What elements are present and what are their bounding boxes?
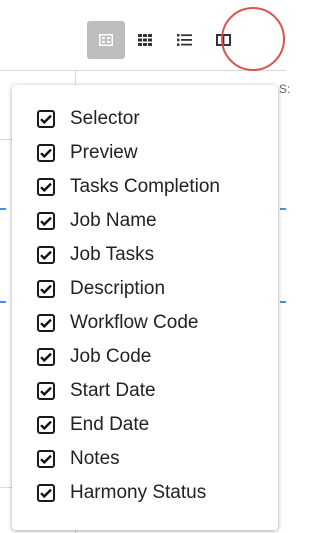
checkbox-checked-icon[interactable]	[37, 348, 55, 366]
grid-view-button[interactable]	[126, 21, 164, 59]
column-option-harmony-status[interactable]: Harmony Status	[12, 476, 278, 510]
column-option-label: Tasks Completion	[70, 176, 220, 197]
column-option-job-tasks[interactable]: Job Tasks	[12, 238, 278, 272]
column-option-selector[interactable]: Selector	[12, 102, 278, 136]
checkbox-checked-icon[interactable]	[37, 212, 55, 230]
column-option-tasks-completion[interactable]: Tasks Completion	[12, 170, 278, 204]
checkbox-checked-icon[interactable]	[37, 484, 55, 502]
column-option-label: Preview	[70, 142, 138, 163]
column-option-preview[interactable]: Preview	[12, 136, 278, 170]
column-option-job-name[interactable]: Job Name	[12, 204, 278, 238]
checkbox-checked-icon[interactable]	[37, 178, 55, 196]
columns-button[interactable]	[204, 21, 242, 59]
truncated-header-text: S:	[279, 82, 291, 96]
checkbox-checked-icon[interactable]	[37, 280, 55, 298]
checkbox-checked-icon[interactable]	[37, 110, 55, 128]
card-view-icon	[99, 34, 113, 46]
column-option-label: Notes	[70, 448, 120, 469]
view-toolbar	[87, 20, 243, 60]
column-option-label: Job Tasks	[70, 244, 155, 265]
checkbox-checked-icon[interactable]	[37, 144, 55, 162]
column-option-job-code[interactable]: Job Code	[12, 340, 278, 374]
checkbox-checked-icon[interactable]	[37, 450, 55, 468]
checkbox-checked-icon[interactable]	[37, 314, 55, 332]
columns-icon	[215, 34, 231, 46]
column-option-label: Start Date	[70, 380, 156, 401]
list-view-button[interactable]	[165, 21, 203, 59]
row-divider	[0, 487, 12, 488]
checkbox-checked-icon[interactable]	[37, 382, 55, 400]
grid-view-icon	[138, 34, 152, 46]
table-divider	[0, 70, 286, 71]
row-accent	[280, 208, 286, 210]
column-option-label: Harmony Status	[70, 482, 207, 503]
column-option-workflow-code[interactable]: Workflow Code	[12, 306, 278, 340]
row-accent	[280, 301, 286, 303]
column-option-start-date[interactable]: Start Date	[12, 374, 278, 408]
column-option-label: Workflow Code	[70, 312, 199, 333]
column-option-description[interactable]: Description	[12, 272, 278, 306]
column-option-end-date[interactable]: End Date	[12, 408, 278, 442]
row-divider	[0, 139, 12, 140]
checkbox-checked-icon[interactable]	[37, 246, 55, 264]
column-option-label: Job Name	[70, 210, 157, 231]
column-option-label: Description	[70, 278, 166, 299]
card-view-button[interactable]	[87, 21, 125, 59]
list-view-icon	[176, 34, 192, 46]
column-chooser-menu: Selector Preview Tasks Completion Job Na…	[12, 85, 278, 530]
row-accent	[0, 301, 6, 303]
column-option-label: End Date	[70, 414, 150, 435]
column-option-label: Selector	[70, 108, 140, 129]
checkbox-checked-icon[interactable]	[37, 416, 55, 434]
column-option-label: Job Code	[70, 346, 152, 367]
row-accent	[0, 208, 6, 210]
column-option-notes[interactable]: Notes	[12, 442, 278, 476]
